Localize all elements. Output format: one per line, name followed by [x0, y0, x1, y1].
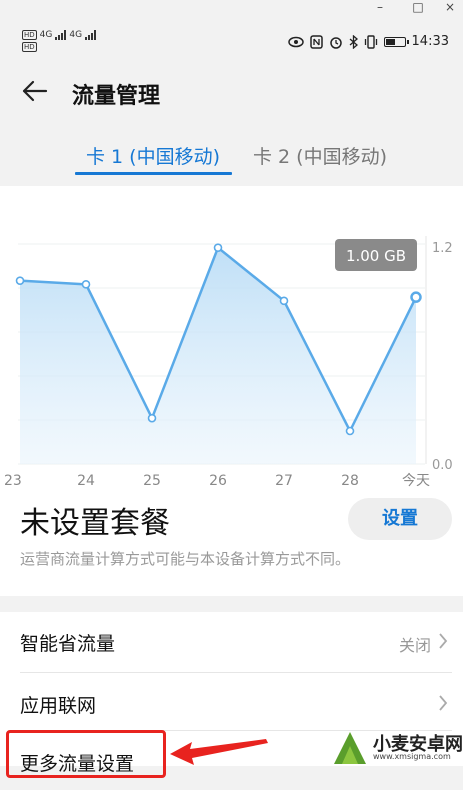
signal-bars-icon — [85, 30, 97, 40]
alarm-icon — [329, 36, 342, 49]
usage-area — [20, 247, 416, 464]
chevron-right-icon — [439, 695, 448, 711]
x-tick-label: 今天 — [402, 473, 430, 489]
y-tick-label: 1.2 — [432, 241, 453, 256]
divider — [20, 672, 452, 673]
window-title-bar: – □ × — [0, 0, 463, 18]
data-point — [147, 413, 157, 423]
x-tick-label: 24 — [77, 473, 95, 489]
x-tick-label: 27 — [275, 473, 293, 489]
x-tick-label: 25 — [143, 473, 161, 489]
sim-tabs: 卡 1 (中国移动) 卡 2 (中国移动) — [0, 138, 463, 184]
arrow-left-icon[interactable] — [20, 76, 50, 106]
x-tick-label: 26 — [209, 473, 227, 489]
maximize-button[interactable]: □ — [408, 0, 428, 16]
highlight-box — [6, 730, 166, 778]
usage-chart[interactable]: 23 24 25 26 27 28 今天 1.2 0.0 1.00 GB — [0, 186, 463, 496]
tab-active-indicator — [75, 172, 232, 175]
signal-bars-icon — [55, 30, 67, 40]
network-type-label: 4G — [39, 30, 53, 40]
hd-badge: HD — [22, 30, 37, 40]
x-tick-label: 28 — [341, 473, 359, 489]
tab-sim-1[interactable]: 卡 1 (中国移动) — [86, 142, 220, 169]
data-point — [15, 276, 25, 285]
hd-badge: HD — [22, 42, 37, 52]
nfc-icon — [309, 34, 323, 49]
red-arrow-annotation — [170, 739, 268, 765]
plan-title: 未设置套餐 — [20, 506, 170, 541]
data-point — [81, 280, 91, 289]
carrier-note: 运营商流量计算方式可能与本设备计算方式不同。 — [20, 550, 351, 568]
list-item-app-network[interactable]: 应用联网 — [0, 674, 463, 732]
y-tick-label: 0.0 — [432, 458, 453, 473]
set-plan-button[interactable]: 设置 — [348, 498, 452, 540]
signal-indicators: HD 4G 4G HD — [22, 30, 97, 52]
list-item-smart-save[interactable]: 智能省流量 关闭 — [0, 612, 463, 670]
data-point — [213, 243, 223, 252]
minimize-button[interactable]: – — [370, 0, 390, 16]
page-title: 流量管理 — [72, 84, 161, 109]
status-bar: HD 4G 4G HD 14:33 — [0, 26, 463, 56]
watermark-url: www.xmsigma.com — [373, 752, 451, 761]
list-item-value: 关闭 — [398, 636, 431, 655]
x-tick-label: 23 — [4, 473, 22, 489]
bluetooth-icon — [349, 34, 358, 49]
status-icons: 14:33 — [287, 34, 449, 49]
data-point — [279, 296, 289, 306]
battery-icon — [383, 36, 409, 47]
network-type-label: 4G — [69, 30, 83, 40]
close-button[interactable]: × — [440, 0, 460, 16]
tooltip-value: 1.00 GB — [346, 247, 406, 265]
list-item-label: 智能省流量 — [20, 633, 116, 655]
clock: 14:33 — [411, 34, 449, 49]
eye-icon — [287, 36, 304, 47]
app-bar: 流量管理 — [0, 70, 463, 116]
list-item-label: 应用联网 — [20, 695, 97, 717]
data-point — [410, 291, 422, 303]
chevron-right-icon — [439, 633, 448, 649]
data-point — [345, 426, 355, 436]
tab-sim-2[interactable]: 卡 2 (中国移动) — [253, 142, 387, 169]
usage-card: 23 24 25 26 27 28 今天 1.2 0.0 1.00 GB 未设置套餐 设置 运… — [0, 186, 463, 596]
vibrate-icon — [364, 34, 377, 49]
